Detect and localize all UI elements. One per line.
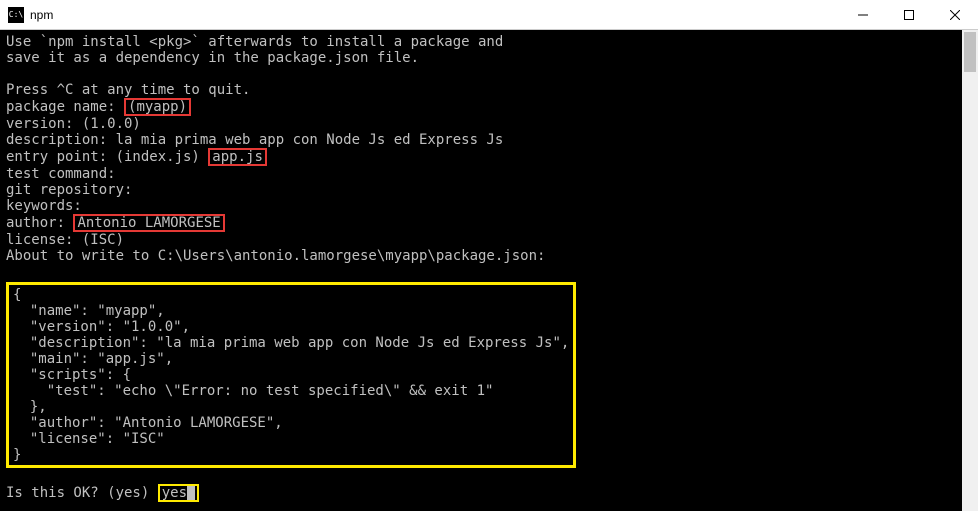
intro-line-2: save it as a dependency in the package.j…: [6, 50, 419, 66]
maximize-button[interactable]: [886, 0, 932, 29]
author-label: author:: [6, 215, 73, 231]
keywords-line: keywords:: [6, 198, 82, 214]
confirm-highlight: yes: [158, 484, 199, 502]
json-preview-box: { "name": "myapp", "version": "1.0.0", "…: [6, 282, 576, 468]
quit-hint: Press ^C at any time to quit.: [6, 82, 250, 98]
package-name-highlight: (myapp): [124, 98, 191, 116]
app-icon: C:\: [8, 7, 24, 23]
maximize-icon: [904, 10, 914, 20]
terminal-output[interactable]: Use `npm install <pkg>` afterwards to in…: [0, 30, 978, 506]
cursor: [187, 486, 195, 500]
package-name-label: package name:: [6, 99, 124, 115]
intro-line-1: Use `npm install <pkg>` afterwards to in…: [6, 34, 503, 50]
close-button[interactable]: [932, 0, 978, 29]
confirm-label: Is this OK? (yes): [6, 485, 158, 501]
close-icon: [950, 10, 960, 20]
window-titlebar: C:\ npm: [0, 0, 978, 30]
minimize-button[interactable]: [840, 0, 886, 29]
about-to-write-line: About to write to C:\Users\antonio.lamor…: [6, 248, 545, 264]
test-command-line: test command:: [6, 166, 116, 182]
license-line: license: (ISC): [6, 232, 124, 248]
author-highlight: Antonio LAMORGESE: [73, 214, 224, 232]
version-line: version: (1.0.0): [6, 116, 141, 132]
scrollbar-thumb[interactable]: [964, 32, 976, 72]
entry-point-highlight: app.js: [208, 148, 267, 166]
window-controls: [840, 0, 978, 29]
description-line: description: la mia prima web app con No…: [6, 132, 503, 148]
entry-point-label: entry point: (index.js): [6, 149, 208, 165]
vertical-scrollbar[interactable]: [962, 30, 978, 511]
minimize-icon: [858, 10, 868, 20]
confirm-value: yes: [162, 485, 187, 501]
window-title: npm: [30, 8, 840, 22]
git-repo-line: git repository:: [6, 182, 132, 198]
terminal-area: Use `npm install <pkg>` afterwards to in…: [0, 30, 978, 511]
